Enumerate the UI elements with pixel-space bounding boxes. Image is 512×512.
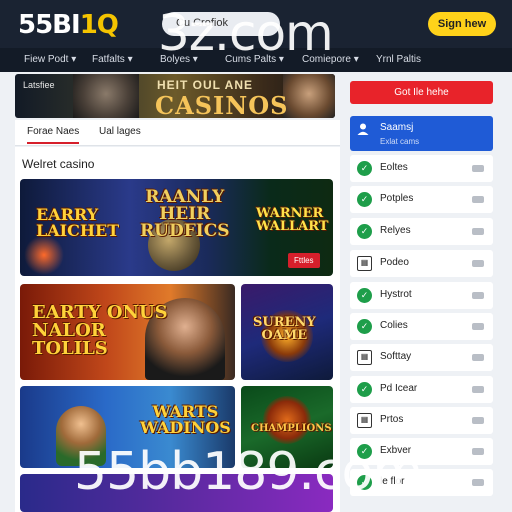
section-title: Welret casino [22, 157, 95, 171]
sidebar-item-3[interactable]: ✓ Relyes [350, 218, 493, 245]
watermark-bottom: 55bb189.com [74, 442, 423, 502]
toggle-icon[interactable] [472, 323, 484, 330]
card-1-side-title: WARNER WALLART [256, 206, 329, 234]
toggle-icon[interactable] [472, 228, 484, 235]
toggle-icon[interactable] [472, 417, 484, 424]
card-1-center-title: RAANLY HEIR RUDFICS [140, 187, 230, 241]
check-circle-icon: ✓ [357, 192, 372, 207]
banner-portrait-right [283, 74, 335, 118]
tab-second[interactable]: Ual lages [99, 126, 141, 137]
card-3-title: SURENY OAME [253, 315, 316, 343]
nav-item-1[interactable]: Fiew Podt ▾ [24, 54, 76, 65]
card-5-emblem [263, 396, 311, 444]
sidebar-item-label: Podeo [380, 257, 409, 268]
toggle-icon[interactable] [472, 354, 484, 361]
logo-accent-text: 1Q [79, 10, 119, 40]
sidebar-item-label: Hystrot [380, 289, 412, 300]
sidebar-item-6[interactable]: ✓ Colies [350, 313, 493, 340]
sidebar-item-5[interactable]: ✓ Hystrot [350, 282, 493, 309]
banner-headline: HEIT OUL ANE [157, 78, 254, 92]
card-4-title: WARTS WADINOS [140, 402, 231, 437]
card-1-glow [24, 235, 64, 275]
banner-casinos-text: CASINOS [155, 91, 289, 118]
card-5-title: CHAMPLIONS [251, 423, 332, 434]
toggle-icon[interactable] [472, 479, 484, 486]
site-logo[interactable]: 55BI1Q [18, 10, 119, 40]
nav-item-2[interactable]: Fatfalts ▾ [92, 54, 133, 65]
profile-card[interactable]: Saamsj Exlat cams [350, 116, 493, 151]
check-circle-icon: ✓ [357, 224, 372, 239]
game-card-2[interactable]: EARTY ONUS NALOR TOLILS [20, 284, 235, 380]
check-circle-icon: ✓ [357, 288, 372, 303]
grid-square-icon: ▦ [357, 413, 372, 428]
sidebar-item-1[interactable]: ✓ Eoltes [350, 155, 493, 182]
hero-banner[interactable]: Latsfiee HEIT OUL ANE CASINOS [15, 74, 335, 118]
sidebar-item-label: Relyes [380, 225, 411, 236]
sidebar-item-4[interactable]: ▦ Podeo [350, 250, 493, 277]
grid-square-icon: ▦ [357, 350, 372, 365]
sidebar-item-2[interactable]: ✓ Potples [350, 186, 493, 213]
game-card-3[interactable]: SURENY OAME [241, 284, 333, 380]
check-circle-icon: ✓ [357, 161, 372, 176]
card-1-badge[interactable]: Fttles [288, 253, 320, 268]
card-2-title: EARTY ONUS NALOR TOLILS [32, 302, 168, 359]
grid-square-icon: ▦ [357, 256, 372, 271]
toggle-icon[interactable] [472, 448, 484, 455]
toggle-icon[interactable] [472, 165, 484, 172]
banner-portrait-left [73, 74, 139, 118]
sidebar-item-label: Eoltes [380, 162, 408, 173]
check-circle-icon: ✓ [357, 382, 372, 397]
toggle-icon[interactable] [472, 260, 484, 267]
watermark-top: 3z.com [158, 4, 334, 62]
card-1-title: EARRY LAICHET [36, 205, 120, 240]
sidebar-item-label: Pd Icear [380, 383, 418, 394]
tab-bar: Forae Naes Ual lages [15, 120, 340, 146]
profile-title: Saamsj [380, 122, 414, 133]
sign-in-button[interactable]: Sign hew [428, 12, 496, 36]
check-circle-icon: ✓ [357, 319, 372, 334]
sidebar-item-label: Softtay [380, 351, 412, 362]
cta-button[interactable]: Got Ile hehe [350, 81, 493, 104]
user-icon [357, 123, 369, 135]
tab-first[interactable]: Forae Naes [27, 126, 80, 144]
toggle-icon[interactable] [472, 386, 484, 393]
sidebar-item-9[interactable]: ▦ Prtos [350, 407, 493, 434]
profile-subtitle: Exlat cams [380, 137, 420, 146]
sidebar-item-label: Colies [380, 320, 408, 331]
sidebar-item-label: Potples [380, 193, 414, 204]
game-card-1[interactable]: EARRY LAICHET RAANLY HEIR RUDFICS WARNER… [20, 179, 333, 276]
nav-item-6[interactable]: Yrnl Paltis [376, 54, 421, 65]
toggle-icon[interactable] [472, 196, 484, 203]
toggle-icon[interactable] [472, 292, 484, 299]
sidebar-item-label: Prtos [380, 414, 404, 425]
sidebar-item-8[interactable]: ✓ Pd Icear [350, 376, 493, 403]
sidebar-item-7[interactable]: ▦ Softtay [350, 344, 493, 371]
banner-label: Latsfiee [23, 80, 55, 90]
logo-main-text: 55BI [18, 10, 81, 40]
